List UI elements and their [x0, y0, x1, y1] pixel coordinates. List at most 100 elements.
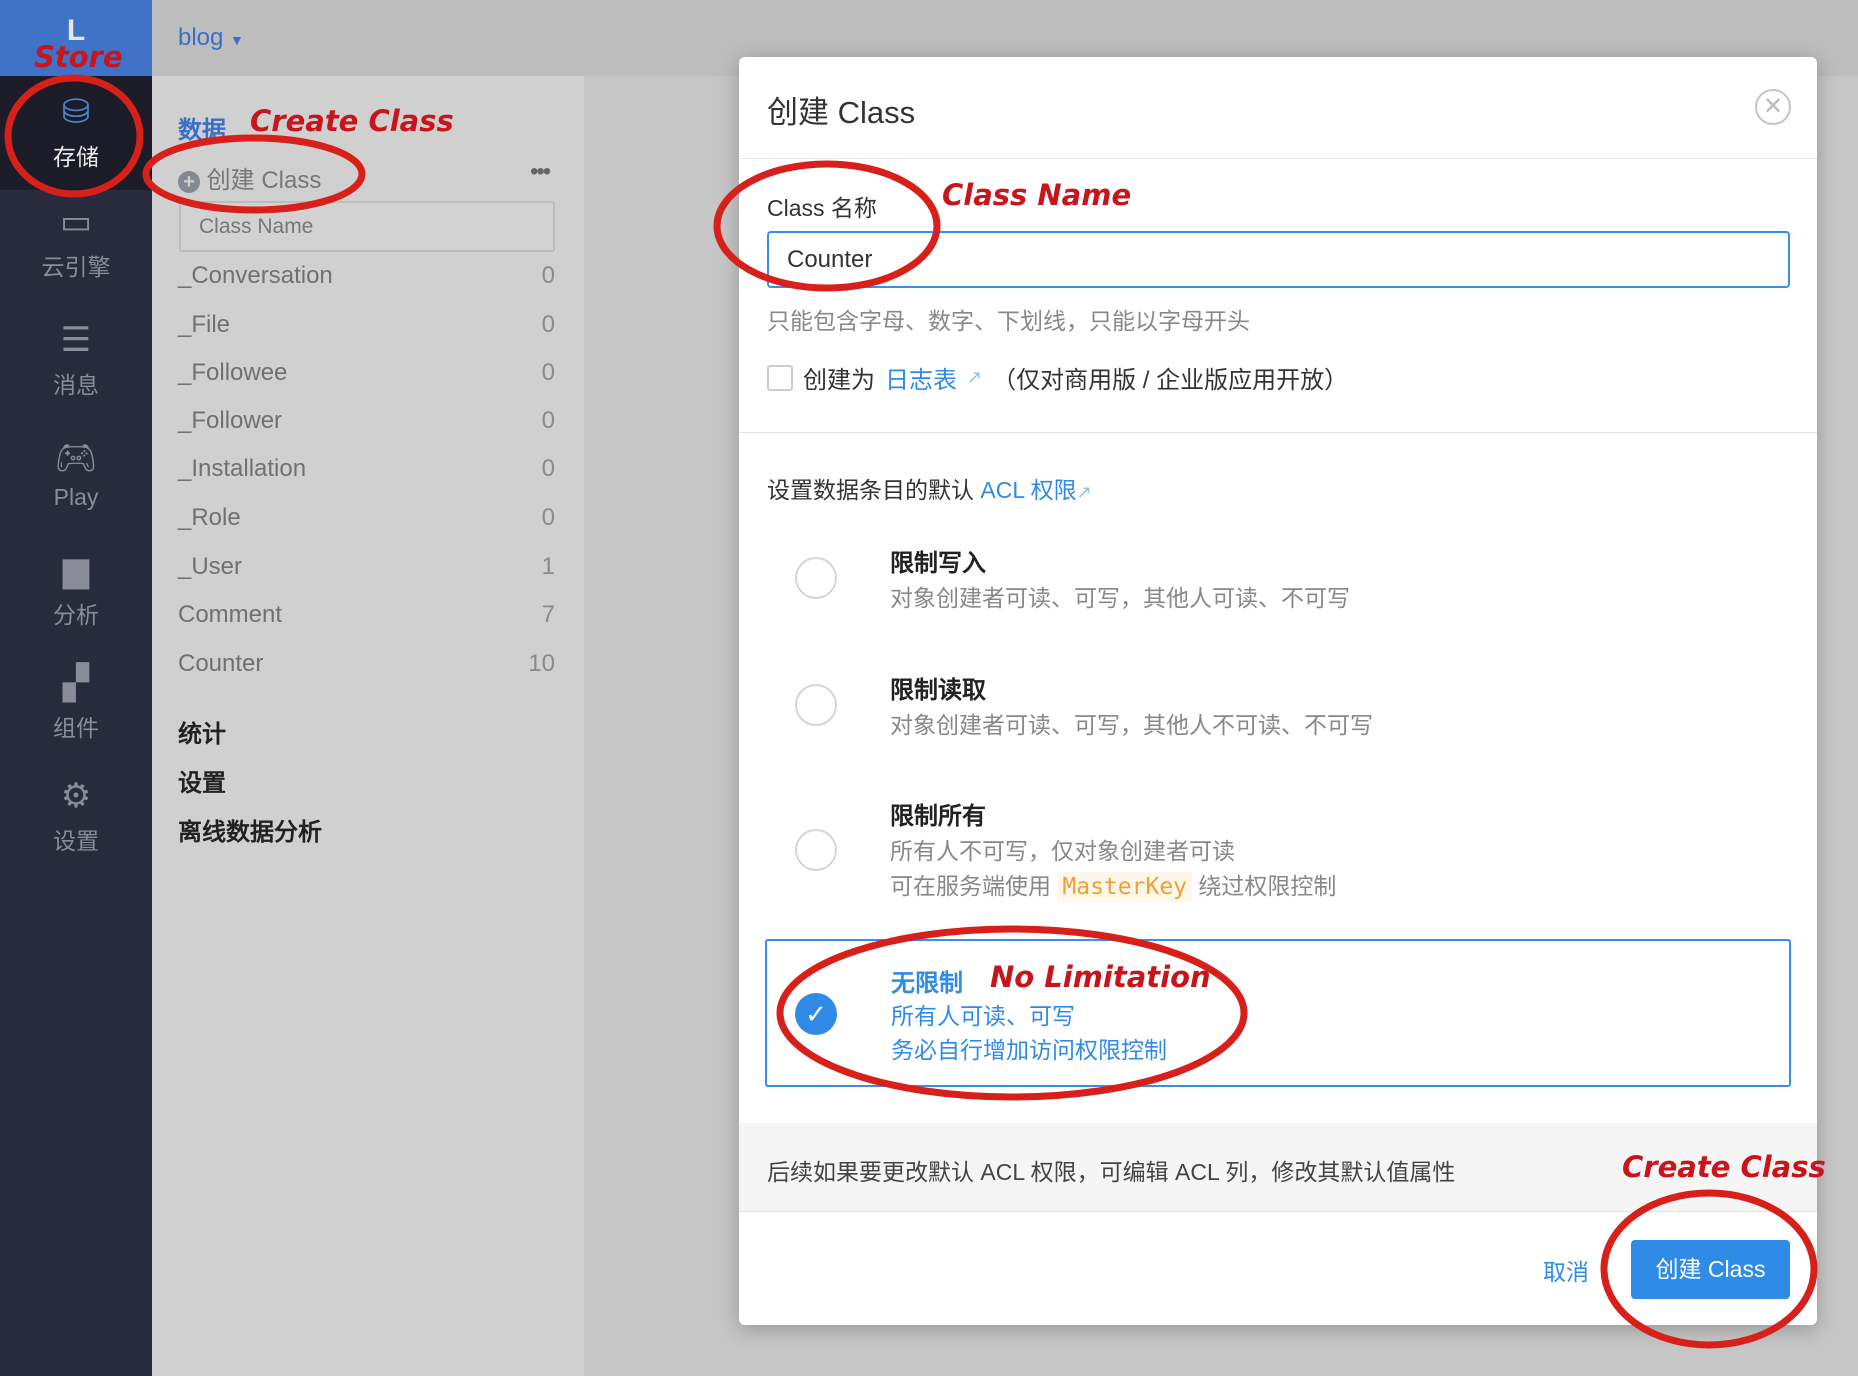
sidebar-label: Play	[53, 484, 99, 510]
class-list-item[interactable]: _Follower 0	[178, 407, 555, 435]
class-name-input[interactable]: Counter	[767, 231, 1790, 288]
section-offline-analysis[interactable]: 离线数据分析	[178, 812, 322, 847]
class-name-label: Class 名称	[767, 195, 877, 221]
external-link-icon: ↗	[1076, 482, 1092, 502]
sidebar-item-storage[interactable]: ⛁ 存储	[0, 76, 152, 190]
class-count: 0	[541, 311, 555, 338]
dialog-title: 创建 Class	[767, 95, 916, 130]
sidebar-label: 组件	[53, 715, 99, 741]
sidebar-item-play[interactable]: 🎮︎ Play	[0, 438, 152, 550]
class-name: _Installation	[178, 455, 307, 482]
annotation-create-class-bottom: Create Class	[1622, 1150, 1826, 1184]
option-desc-2: 可在服务端使用 MasterKey 绕过权限控制	[890, 867, 1337, 902]
bar-chart-icon: ▆	[62, 551, 90, 589]
option-desc: 所有人可读、可写	[891, 1003, 1075, 1029]
option-title: 限制所有	[890, 803, 986, 830]
acl-link[interactable]: ACL 权限	[980, 477, 1076, 503]
data-heading: 数据	[178, 117, 226, 144]
acl-prefix: 设置数据条目的默认	[767, 477, 974, 503]
external-link-icon: ↗	[967, 367, 983, 387]
class-list-item[interactable]: _Installation 0	[178, 455, 555, 483]
class-count: 0	[541, 262, 555, 289]
sidebar-item-engine[interactable]: ▭ 云引擎	[0, 202, 152, 314]
message-icon: ☰	[60, 321, 92, 359]
log-table-link[interactable]: 日志表	[885, 360, 957, 395]
class-name: _Conversation	[178, 262, 333, 289]
close-icon[interactable]: ✕	[1755, 89, 1791, 125]
create-class-link[interactable]: + 创建 Class	[178, 160, 321, 195]
annotation-create-class: Create Class	[250, 104, 454, 138]
caret-down-icon: ▼	[230, 32, 244, 48]
components-icon: ▞	[62, 664, 90, 702]
gear-icon: ⚙	[60, 777, 92, 815]
class-name: Counter	[178, 650, 264, 677]
option-desc-2: 务必自行增加访问权限控制	[891, 1037, 1167, 1063]
option-restrict-all[interactable]: 限制所有 所有人不可写，仅对象创建者可读 可在服务端使用 MasterKey 绕…	[739, 790, 1817, 940]
checked-radio-icon[interactable]: ✓	[795, 993, 837, 1035]
class-count: 0	[541, 455, 555, 482]
more-icon[interactable]: •••	[530, 158, 551, 186]
sidebar-item-message[interactable]: ☰ 消息	[0, 320, 152, 432]
class-count: 0	[541, 359, 555, 386]
sidebar-label: 分析	[53, 602, 99, 628]
cancel-button[interactable]: 取消	[1543, 1253, 1589, 1287]
desc-prefix: 可在服务端使用	[890, 873, 1051, 899]
sidebar-label: 消息	[53, 372, 99, 398]
sidebar-label: 设置	[53, 828, 99, 854]
class-list-item[interactable]: Comment 7	[178, 601, 555, 629]
log-prefix: 创建为	[803, 367, 875, 394]
plus-circle-icon: +	[178, 171, 200, 193]
option-title: 限制写入	[890, 550, 986, 577]
masterkey-code: MasterKey	[1057, 872, 1193, 902]
class-count: 10	[528, 650, 555, 677]
option-no-limit[interactable]: ✓ 无限制 所有人可读、可写 务必自行增加访问权限控制	[765, 939, 1791, 1087]
annotation-class-name: Class Name	[942, 178, 1132, 212]
class-count: 7	[541, 601, 555, 628]
option-title: 无限制	[891, 970, 963, 997]
class-name: _Role	[178, 504, 241, 531]
server-icon: ▭	[59, 203, 93, 241]
radio-button[interactable]	[795, 557, 837, 599]
class-name: Comment	[178, 601, 283, 628]
desc-suffix: 绕过权限控制	[1198, 873, 1337, 899]
radio-button[interactable]	[795, 829, 837, 871]
log-table-row: 创建为 日志表 ↗ （仅对商用版 / 企业版应用开放）	[767, 360, 1348, 395]
class-list-item[interactable]: _Role 0	[178, 504, 555, 532]
footnote-text: 后续如果要更改默认 ACL 权限，可编辑 ACL 列，修改其默认值属性	[767, 1159, 1456, 1185]
sidebar: ⛁ 存储 ▭ 云引擎 ☰ 消息 🎮︎ Play ▆ 分析 ▞ 组件 ⚙ 设置	[0, 76, 152, 1376]
divider	[739, 432, 1817, 433]
option-desc: 所有人不可写，仅对象创建者可读	[890, 838, 1235, 864]
class-list-item[interactable]: Counter 10	[178, 650, 555, 678]
project-name: blog	[178, 24, 224, 51]
class-name: _Follower	[178, 407, 283, 434]
log-table-checkbox[interactable]	[767, 364, 793, 391]
project-selector[interactable]: blog ▼	[178, 24, 244, 52]
option-restrict-write[interactable]: 限制写入 对象创建者可读、可写，其他人可读、不可写	[739, 537, 1817, 647]
section-settings[interactable]: 设置	[178, 763, 226, 798]
sidebar-label: 云引擎	[41, 254, 111, 280]
class-count: 1	[541, 553, 555, 580]
option-title: 限制读取	[890, 677, 986, 704]
sidebar-item-analytics[interactable]: ▆ 分析	[0, 550, 152, 662]
divider	[739, 158, 1817, 159]
create-class-button[interactable]: 创建 Class	[1631, 1240, 1790, 1299]
class-count: 0	[541, 407, 555, 434]
option-desc: 对象创建者可读、可写，其他人不可读、不可写	[890, 712, 1373, 738]
class-list-item[interactable]: _Conversation 0	[178, 262, 555, 290]
radio-button[interactable]	[795, 684, 837, 726]
create-class-label: 创建 Class	[206, 167, 322, 194]
log-suffix: （仅对商用版 / 企业版应用开放）	[992, 367, 1349, 394]
sidebar-label: 存储	[53, 144, 99, 170]
class-count: 0	[541, 504, 555, 531]
class-search-input[interactable]: Class Name	[179, 201, 555, 252]
class-name: _Followee	[178, 359, 288, 386]
option-restrict-read[interactable]: 限制读取 对象创建者可读、可写，其他人不可读、不可写	[739, 664, 1817, 774]
sidebar-item-components[interactable]: ▞ 组件	[0, 663, 152, 775]
class-list-item[interactable]: _User 1	[178, 553, 555, 581]
acl-heading: 设置数据条目的默认 ACL 权限↗	[767, 471, 1092, 505]
section-stats[interactable]: 统计	[178, 714, 226, 749]
class-list-item[interactable]: _File 0	[178, 311, 555, 339]
class-list-item[interactable]: _Followee 0	[178, 359, 555, 387]
create-class-dialog: 创建 Class ✕ Class 名称 Counter 只能包含字母、数字、下划…	[739, 57, 1817, 1325]
sidebar-item-settings[interactable]: ⚙ 设置	[0, 776, 152, 888]
